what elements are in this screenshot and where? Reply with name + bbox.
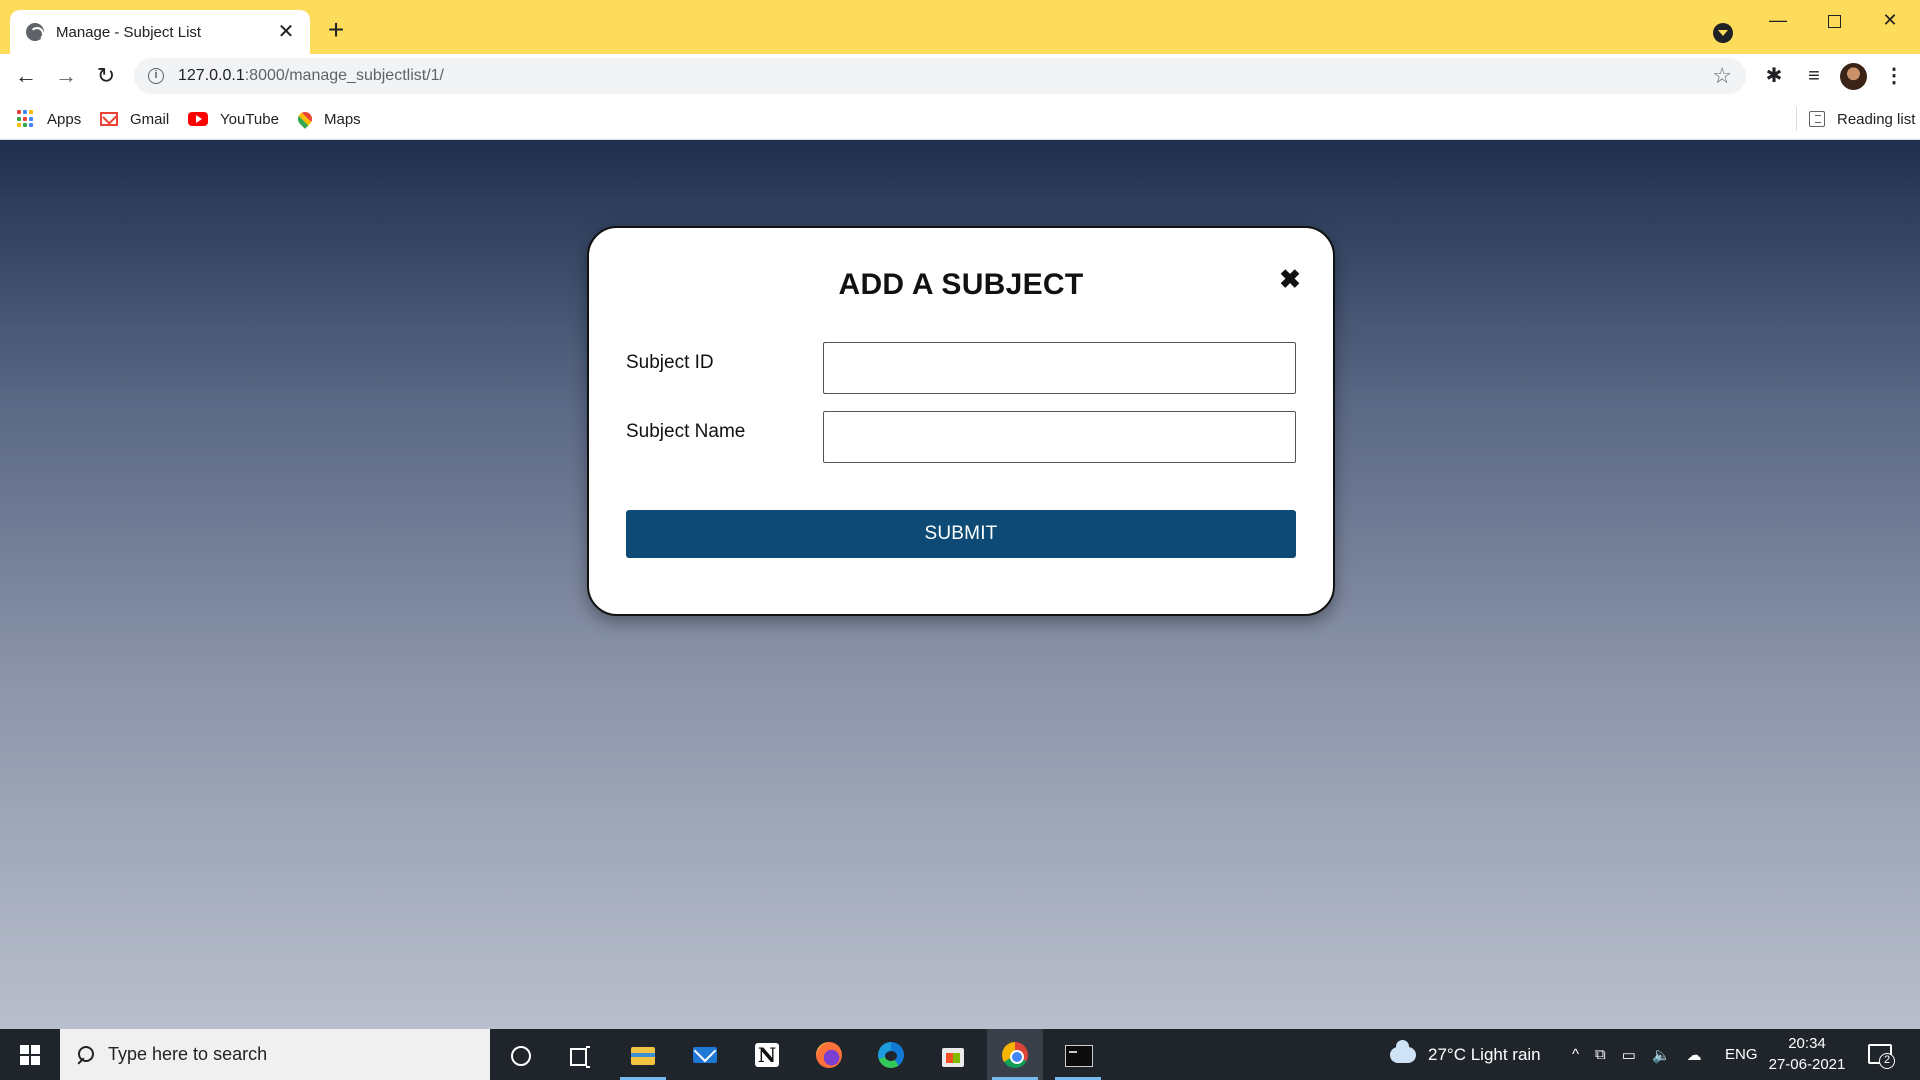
bookmark-label: Gmail	[130, 110, 170, 128]
store-button[interactable]	[925, 1029, 981, 1080]
notification-center-icon[interactable]: 2	[1866, 1041, 1895, 1069]
store-icon	[939, 1041, 967, 1069]
submit-button[interactable]: SUBMIT	[626, 510, 1296, 558]
show-hidden-icons-icon[interactable]: ^	[1572, 1046, 1579, 1063]
reload-button[interactable]: ↻	[90, 60, 122, 92]
bookmark-gmail[interactable]: Gmail	[100, 107, 169, 131]
youtube-icon	[188, 112, 208, 126]
subject-name-input[interactable]	[823, 411, 1296, 463]
meet-now-icon[interactable]: ⧉	[1595, 1046, 1606, 1063]
bookmark-apps[interactable]: Apps	[17, 107, 81, 131]
edge-button[interactable]	[863, 1029, 919, 1080]
windows-logo-icon	[20, 1045, 40, 1065]
reading-list-icon	[1809, 111, 1825, 127]
media-control-icon[interactable]: ≡	[1800, 62, 1828, 90]
url-path: :8000/manage_subjectlist/1/	[244, 67, 444, 84]
subject-id-label: Subject ID	[626, 352, 714, 373]
browser-title-bar: Manage - Subject List ✕ + — ✕	[0, 0, 1920, 54]
terminal-button[interactable]	[1050, 1029, 1106, 1080]
notion-icon: N	[755, 1043, 779, 1067]
reading-list-button[interactable]: Reading list	[1796, 107, 1915, 131]
mail-button[interactable]	[677, 1029, 733, 1080]
profile-avatar[interactable]	[1840, 63, 1867, 90]
subject-name-label: Subject Name	[626, 421, 746, 442]
address-bar[interactable]: i 127.0.0.1:8000/manage_subjectlist/1/ ☆	[134, 58, 1746, 94]
weather-text: 27°C Light rain	[1428, 1044, 1541, 1064]
page-background: ADD A SUBJECT ✖ Subject ID Subject Name …	[0, 140, 1920, 1029]
tab-search-icon[interactable]	[1713, 23, 1733, 43]
minimize-button[interactable]: —	[1750, 4, 1806, 36]
subject-id-row: Subject ID	[626, 342, 1296, 394]
chrome-button[interactable]	[987, 1029, 1043, 1080]
extensions-icon[interactable]: ✱	[1760, 62, 1788, 90]
clock-time: 20:34	[1788, 1035, 1826, 1052]
reading-list-label: Reading list	[1837, 110, 1916, 128]
maximize-button[interactable]	[1806, 4, 1862, 36]
browser-menu-icon[interactable]: ⋮	[1880, 62, 1908, 90]
firefox-icon	[815, 1041, 843, 1069]
cortana-button[interactable]	[492, 1029, 548, 1080]
url-host: 127.0.0.1	[178, 67, 245, 84]
battery-icon[interactable]: ▭	[1622, 1046, 1636, 1064]
weather-widget[interactable]: 27°C Light rain	[1390, 1029, 1541, 1080]
folder-icon	[629, 1041, 657, 1069]
taskbar-clock[interactable]: 20:34 27-06-2021	[1768, 1033, 1846, 1075]
modal-title: ADD A SUBJECT	[838, 268, 1084, 301]
subject-name-row: Subject Name	[626, 411, 1296, 463]
new-tab-button[interactable]: +	[322, 16, 350, 44]
bookmark-label: Apps	[47, 110, 82, 128]
bookmark-label: Maps	[324, 110, 361, 128]
task-view-button[interactable]	[552, 1029, 608, 1080]
taskbar-search-box[interactable]: Type here to search	[60, 1029, 490, 1080]
window-close-button[interactable]: ✕	[1862, 4, 1918, 36]
url-text: 127.0.0.1:8000/manage_subjectlist/1/	[178, 67, 444, 85]
cortana-icon	[506, 1041, 534, 1069]
task-view-icon	[566, 1041, 594, 1069]
volume-icon[interactable]: 🔈	[1652, 1046, 1671, 1064]
file-explorer-button[interactable]	[615, 1029, 671, 1080]
chrome-icon	[1001, 1041, 1029, 1069]
maps-icon	[295, 109, 315, 129]
browser-toolbar: ← → ↻ i 127.0.0.1:8000/manage_subjectlis…	[0, 54, 1920, 98]
bookmark-youtube[interactable]: YouTube	[188, 107, 279, 131]
system-tray: ^ ⧉ ▭ 🔈 ☁	[1572, 1029, 1702, 1080]
mail-icon	[691, 1041, 719, 1069]
taskbar-search-placeholder: Type here to search	[108, 1044, 268, 1064]
edge-icon	[877, 1041, 905, 1069]
notification-count-badge: 2	[1879, 1053, 1895, 1069]
onedrive-icon[interactable]: ☁	[1687, 1046, 1702, 1064]
site-info-icon[interactable]: i	[148, 68, 164, 84]
close-icon[interactable]: ✖	[1277, 266, 1303, 292]
clock-date: 27-06-2021	[1768, 1056, 1846, 1073]
tab-close-icon[interactable]: ✕	[274, 20, 298, 44]
notion-button[interactable]: N	[739, 1029, 795, 1080]
add-subject-modal: ADD A SUBJECT ✖ Subject ID Subject Name …	[587, 226, 1335, 616]
apps-grid-icon	[17, 110, 35, 128]
bookmark-label: YouTube	[220, 110, 279, 128]
tab-title: Manage - Subject List	[56, 23, 202, 41]
terminal-icon	[1064, 1041, 1093, 1069]
cloud-rain-icon	[1390, 1039, 1416, 1063]
subject-id-input[interactable]	[823, 342, 1296, 394]
firefox-button[interactable]	[801, 1029, 857, 1080]
bookmark-star-icon[interactable]: ☆	[1712, 64, 1732, 88]
start-button[interactable]	[0, 1029, 60, 1080]
input-language[interactable]: ENG	[1725, 1029, 1758, 1080]
globe-icon	[26, 23, 44, 41]
browser-tab[interactable]: Manage - Subject List ✕	[10, 10, 310, 54]
maximize-icon	[1827, 14, 1841, 28]
search-icon	[76, 1045, 94, 1064]
back-button[interactable]: ←	[10, 60, 42, 92]
forward-button[interactable]: →	[50, 60, 82, 92]
gmail-icon	[100, 112, 118, 126]
bookmark-maps[interactable]: Maps	[295, 107, 361, 131]
windows-taskbar: Type here to search N 27°C Light rain ^ …	[0, 1029, 1920, 1080]
bookmarks-bar: Apps Gmail YouTube Maps Reading list	[0, 98, 1920, 140]
